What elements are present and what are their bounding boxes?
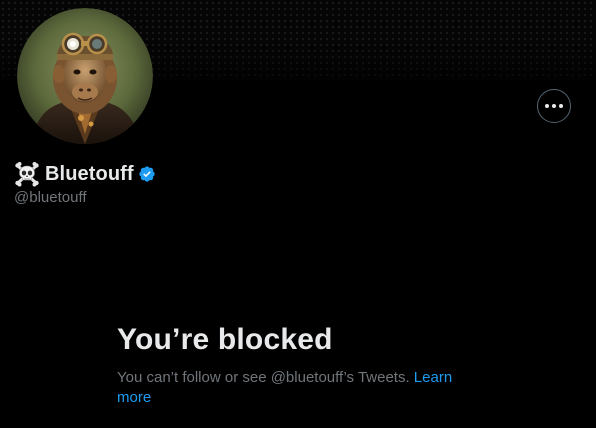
profile-name-row: Bluetouff	[14, 161, 156, 187]
blocked-title: You’re blocked	[117, 323, 333, 356]
skull-and-crossbones-icon	[15, 162, 39, 187]
more-horizontal-icon-dot	[552, 104, 556, 108]
avatar-image	[17, 8, 153, 144]
verified-badge-icon[interactable]	[138, 165, 156, 183]
profile-page: Bluetouff @bluetouff You’re blocked You …	[0, 0, 596, 428]
profile-avatar[interactable]	[17, 8, 153, 144]
more-horizontal-icon-dot	[559, 104, 563, 108]
more-options-button[interactable]	[537, 89, 571, 123]
blocked-message-text: You can’t follow or see @bluetouff’s Twe…	[117, 369, 410, 386]
profile-display-name: Bluetouff	[45, 162, 134, 185]
more-horizontal-icon	[545, 104, 549, 108]
blocked-message: You can’t follow or see @bluetouff’s Twe…	[117, 368, 477, 408]
profile-handle: @bluetouff	[14, 189, 87, 206]
